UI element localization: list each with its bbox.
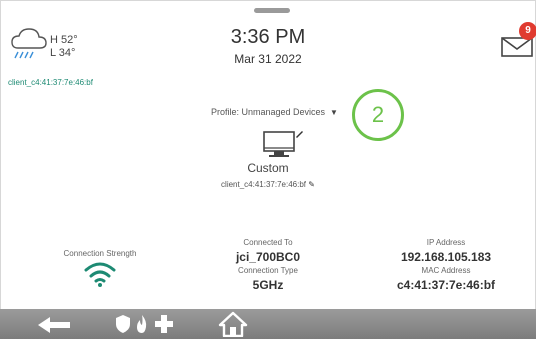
back-arrow-icon[interactable] [36,315,72,335]
clock-date: Mar 31 2022 [234,52,302,66]
medical-cross-icon[interactable] [154,314,174,334]
connected-to-label: Connected To [243,238,293,247]
device-client-id-text: client_c4:41:37:7e:46:bf [221,180,306,189]
mac-address-value: c4:41:37:7e:46:bf [396,278,496,292]
step-marker-number: 2 [371,102,385,127]
client-id-label: client_c4:41:37:7e:46:bf [8,78,93,87]
ip-address-label: IP Address [426,238,466,247]
shield-icon[interactable] [115,314,131,334]
mac-address-label: MAC Address [421,266,471,275]
notification-badge: 9 [519,22,536,40]
chevron-down-icon[interactable]: ▼ [330,108,338,117]
bottom-nav-bar [0,309,536,339]
pull-down-handle[interactable] [254,8,290,13]
clock-time: 3:36 PM [230,26,306,48]
edit-pencil-icon[interactable]: ✎ [308,180,315,189]
connected-to-value: jci_700BC0 [235,250,301,264]
ip-address-value: 192.168.105.183 [400,250,492,264]
connection-strength-label: Connection Strength [63,249,137,258]
device-client-id: client_c4:41:37:7e:46:bf ✎ [0,180,536,189]
monitor-icon[interactable] [262,129,304,161]
device-name: Custom [247,161,289,175]
connection-type-label: Connection Type [238,266,298,275]
connection-type-value: 5GHz [252,278,284,292]
wifi-icon [84,262,116,287]
flame-icon[interactable] [135,314,149,334]
home-icon[interactable] [218,311,248,337]
profile-dropdown[interactable]: Profile: Unmanaged Devices [211,107,325,117]
